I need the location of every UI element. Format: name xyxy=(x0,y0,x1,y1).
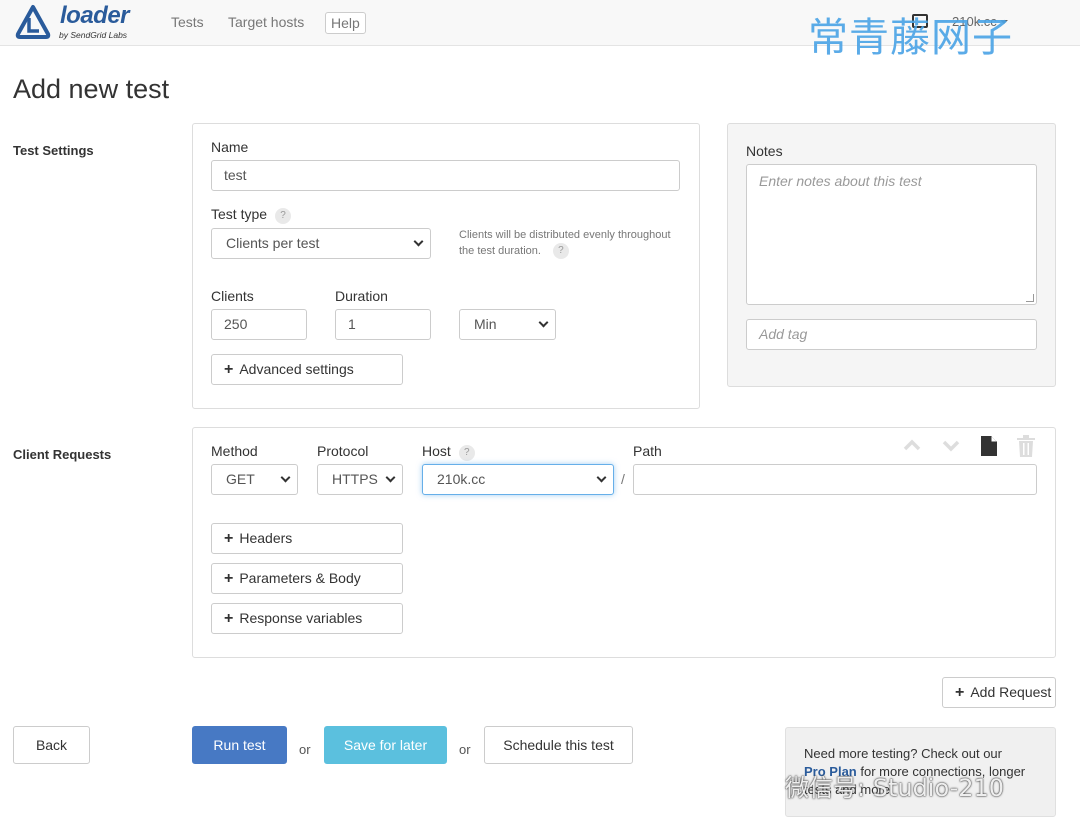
chevron-down-icon xyxy=(280,472,291,483)
duration-unit-select[interactable]: Min xyxy=(459,309,556,340)
test-type-label: Test type? xyxy=(211,206,292,224)
or-text: or xyxy=(459,742,471,757)
name-label: Name xyxy=(211,139,249,155)
method-select[interactable]: GET xyxy=(211,464,298,495)
test-type-label-text: Test type xyxy=(211,206,268,222)
headers-button[interactable]: + Headers xyxy=(211,523,403,554)
plus-icon: + xyxy=(224,570,234,587)
watermark-bottom: 微信号: Studio-210 xyxy=(785,774,1005,802)
logo-text[interactable]: loader xyxy=(60,2,130,30)
protocol-value: HTTPS xyxy=(332,471,378,487)
chevron-down-icon xyxy=(413,236,424,247)
duration-label: Duration xyxy=(335,288,388,304)
response-variables-label: Response variables xyxy=(239,610,363,626)
question-circle-icon[interactable]: ? xyxy=(275,208,292,224)
protocol-label: Protocol xyxy=(317,443,369,459)
method-label: Method xyxy=(211,443,258,459)
chevron-up-icon[interactable] xyxy=(902,435,922,455)
or-text: or xyxy=(299,742,311,757)
add-request-button[interactable]: + Add Request xyxy=(942,677,1056,708)
run-test-button[interactable]: Run test xyxy=(192,726,287,764)
nav-tests-link[interactable]: Tests xyxy=(171,14,204,30)
schedule-test-button[interactable]: Schedule this test xyxy=(484,726,633,764)
path-separator: / xyxy=(621,471,625,487)
plus-icon: + xyxy=(224,361,234,378)
copy-file-icon[interactable] xyxy=(980,435,998,457)
parameters-body-button[interactable]: + Parameters & Body xyxy=(211,563,403,594)
notes-placeholder: Enter notes about this test xyxy=(759,173,922,189)
plus-icon: + xyxy=(224,610,234,627)
host-select[interactable]: 210k.cc xyxy=(422,464,614,495)
test-type-select[interactable]: Clients per test xyxy=(211,228,431,259)
chevron-down-icon xyxy=(538,317,549,328)
duration-unit-value: Min xyxy=(474,316,497,332)
resize-handle-icon[interactable] xyxy=(1026,294,1034,302)
page-title: Add new test xyxy=(13,74,170,104)
nav-help-button[interactable]: Help xyxy=(325,12,366,34)
test-type-hint: Clients will be distributed evenly throu… xyxy=(459,227,684,259)
host-label-text: Host xyxy=(422,443,451,459)
notes-textarea[interactable]: Enter notes about this test xyxy=(746,164,1037,305)
add-request-label: Add Request xyxy=(970,684,1052,700)
advanced-settings-label: Advanced settings xyxy=(239,361,354,377)
path-label: Path xyxy=(633,443,662,459)
host-value: 210k.cc xyxy=(437,471,486,487)
chevron-down-icon xyxy=(596,472,607,483)
test-settings-label: Test Settings xyxy=(13,143,94,158)
plus-icon: + xyxy=(224,530,234,547)
headers-label: Headers xyxy=(239,530,293,546)
question-circle-icon[interactable]: ? xyxy=(458,445,475,461)
promo-text-before: Need more testing? Check out our xyxy=(804,746,1002,761)
chevron-down-icon xyxy=(385,472,396,483)
advanced-settings-button[interactable]: + Advanced settings xyxy=(211,354,403,385)
loader-logo-icon[interactable] xyxy=(14,4,52,42)
protocol-select[interactable]: HTTPS xyxy=(317,464,403,495)
back-button[interactable]: Back xyxy=(13,726,90,764)
nav-target-hosts-link[interactable]: Target hosts xyxy=(228,14,304,30)
duration-input[interactable]: 1 xyxy=(335,309,431,340)
path-input[interactable] xyxy=(633,464,1037,495)
plus-icon: + xyxy=(955,684,965,701)
test-type-value: Clients per test xyxy=(226,235,320,251)
clients-label: Clients xyxy=(211,288,254,304)
notes-label: Notes xyxy=(746,143,783,159)
question-circle-icon[interactable]: ? xyxy=(552,243,569,259)
client-requests-label: Client Requests xyxy=(13,447,112,462)
tag-input[interactable]: Add tag xyxy=(746,319,1037,350)
save-for-later-button[interactable]: Save for later xyxy=(324,726,447,764)
host-label: Host? xyxy=(422,443,475,461)
watermark-top: 常青藤网子 xyxy=(808,15,1013,61)
method-value: GET xyxy=(226,471,255,487)
logo-subtitle: by SendGrid Labs xyxy=(59,30,128,40)
response-variables-button[interactable]: + Response variables xyxy=(211,603,403,634)
chevron-down-icon[interactable] xyxy=(941,435,961,455)
trash-icon[interactable] xyxy=(1016,435,1036,457)
name-input[interactable]: test xyxy=(211,160,680,191)
parameters-body-label: Parameters & Body xyxy=(239,570,361,586)
clients-input[interactable]: 250 xyxy=(211,309,307,340)
